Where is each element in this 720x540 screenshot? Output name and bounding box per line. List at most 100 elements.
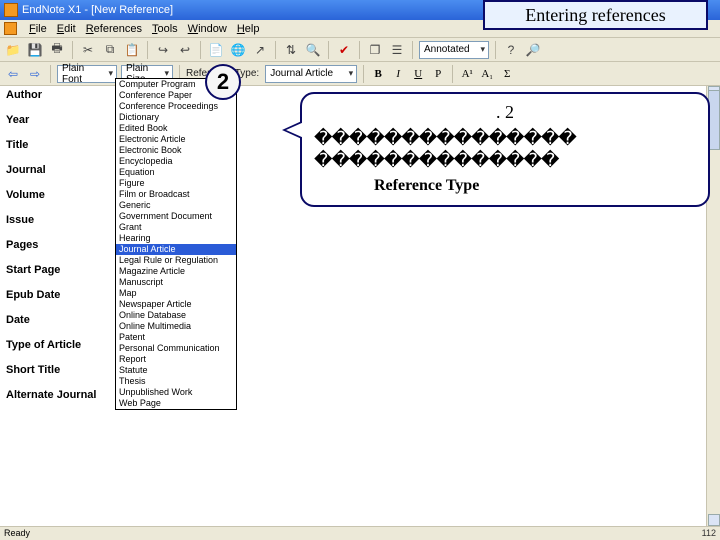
copy-icon[interactable]: ⧉ — [101, 41, 119, 59]
dropdown-option[interactable]: Figure — [116, 178, 236, 189]
dropdown-option[interactable]: Report — [116, 354, 236, 365]
reference-type-value: Journal Article — [270, 68, 333, 79]
print-icon[interactable]: 🖶 — [48, 41, 66, 59]
window-title: EndNote X1 - [New Reference] — [22, 4, 173, 16]
field-label[interactable]: Start Page — [0, 261, 720, 286]
dropdown-option[interactable]: Electronic Article — [116, 134, 236, 145]
scroll-down-icon[interactable] — [708, 514, 720, 526]
dropdown-option[interactable]: Dictionary — [116, 112, 236, 123]
dropdown-option[interactable]: Hearing — [116, 233, 236, 244]
dropdown-option[interactable]: Grant — [116, 222, 236, 233]
field-label[interactable]: Pages — [0, 236, 720, 261]
menu-tools[interactable]: Tools — [152, 23, 178, 35]
sort-icon[interactable]: ⇅ — [282, 41, 300, 59]
menu-references[interactable]: References — [86, 23, 142, 35]
mdi-icon — [4, 22, 17, 35]
menu-file[interactable]: File — [29, 23, 47, 35]
dropdown-option[interactable]: Equation — [116, 167, 236, 178]
dropdown-option[interactable]: Magazine Article — [116, 266, 236, 277]
window-icon[interactable]: ❐ — [366, 41, 384, 59]
dropdown-option[interactable]: Map — [116, 288, 236, 299]
status-text: Ready — [4, 528, 30, 539]
dropdown-option[interactable]: Thesis — [116, 376, 236, 387]
new-ref-icon[interactable]: 📄 — [207, 41, 225, 59]
dropdown-option[interactable]: Online Database — [116, 310, 236, 321]
status-page: 112 — [702, 528, 716, 539]
bubble-line-2: �������������� — [314, 149, 696, 171]
separator — [72, 41, 73, 59]
dropdown-option[interactable]: Edited Book — [116, 123, 236, 134]
dropdown-option[interactable]: Unpublished Work — [116, 387, 236, 398]
field-label[interactable]: Type of Article — [0, 336, 720, 361]
field-label[interactable]: Short Title — [0, 361, 720, 386]
separator — [50, 65, 51, 83]
separator — [147, 41, 148, 59]
dropdown-option[interactable]: Patent — [116, 332, 236, 343]
reference-type-dropdown[interactable]: Computer ProgramConference PaperConferen… — [115, 78, 237, 410]
font-name-value: Plain Font — [62, 63, 102, 85]
status-bar: Ready 112 — [0, 526, 720, 540]
separator — [200, 41, 201, 59]
dropdown-option[interactable]: Electronic Book — [116, 145, 236, 156]
dropdown-option[interactable]: Conference Proceedings — [116, 101, 236, 112]
dropdown-option[interactable]: Web Page — [116, 398, 236, 409]
field-label[interactable]: Alternate Journal — [0, 386, 720, 411]
separator — [359, 41, 360, 59]
bubble-tail-inner — [286, 122, 304, 138]
superscript-button[interactable]: A¹ — [459, 66, 475, 82]
dropdown-option[interactable]: Generic — [116, 200, 236, 211]
bubble-reference-type-label: Reference Type — [374, 177, 696, 195]
bubble-number: . 2 — [314, 102, 696, 123]
field-label[interactable]: Epub Date — [0, 286, 720, 311]
help-icon[interactable]: ? — [502, 41, 520, 59]
link-icon[interactable]: ↗ — [251, 41, 269, 59]
dropdown-option[interactable]: Newspaper Article — [116, 299, 236, 310]
prev-icon[interactable]: ⇦ — [4, 65, 22, 83]
menu-window[interactable]: Window — [188, 23, 227, 35]
separator — [328, 41, 329, 59]
next-icon[interactable]: ⇨ — [26, 65, 44, 83]
bold-button[interactable]: B — [370, 66, 386, 82]
menu-edit[interactable]: Edit — [57, 23, 76, 35]
dropdown-option[interactable]: Statute — [116, 365, 236, 376]
symbol-button[interactable]: Σ — [499, 66, 515, 82]
app-icon — [4, 3, 18, 17]
field-label[interactable]: Date — [0, 311, 720, 336]
separator — [412, 41, 413, 59]
separator — [452, 65, 453, 83]
dropdown-option[interactable]: Legal Rule or Regulation — [116, 255, 236, 266]
paste-icon[interactable]: 📋 — [123, 41, 141, 59]
callout-bubble: . 2 ��������������� �������������� Refer… — [300, 92, 710, 207]
toolbar-format: ⇦ ⇨ Plain Font Plain Size Reference Type… — [0, 62, 720, 86]
reference-type-combo[interactable]: Journal Article — [265, 65, 357, 83]
folder-icon[interactable]: 📁 — [4, 41, 22, 59]
plain-button[interactable]: P — [430, 66, 446, 82]
spellcheck-icon[interactable]: ✔ — [335, 41, 353, 59]
output-style-combo[interactable]: Annotated — [419, 41, 489, 59]
dropdown-option[interactable]: Personal Communication — [116, 343, 236, 354]
dropdown-option[interactable]: Government Document — [116, 211, 236, 222]
separator — [275, 41, 276, 59]
binoculars-icon[interactable]: 🔎 — [524, 41, 542, 59]
separator — [363, 65, 364, 83]
italic-button[interactable]: I — [390, 66, 406, 82]
dropdown-option[interactable]: Online Multimedia — [116, 321, 236, 332]
menu-help[interactable]: Help — [237, 23, 260, 35]
subscript-button[interactable]: A₁ — [479, 66, 495, 82]
bubble-line-1: ��������������� — [314, 127, 696, 149]
dropdown-option[interactable]: Journal Article — [116, 244, 236, 255]
underline-button[interactable]: U — [410, 66, 426, 82]
save-icon[interactable]: 💾 — [26, 41, 44, 59]
import-icon[interactable]: ↩ — [176, 41, 194, 59]
field-label[interactable]: Issue — [0, 211, 720, 236]
dropdown-option[interactable]: Manuscript — [116, 277, 236, 288]
font-name-combo[interactable]: Plain Font — [57, 65, 117, 83]
cut-icon[interactable]: ✂ — [79, 41, 97, 59]
find-icon[interactable]: 🔍 — [304, 41, 322, 59]
output-style-label: Annotated — [424, 44, 470, 55]
list-icon[interactable]: ☰ — [388, 41, 406, 59]
dropdown-option[interactable]: Film or Broadcast — [116, 189, 236, 200]
online-icon[interactable]: 🌐 — [229, 41, 247, 59]
dropdown-option[interactable]: Encyclopedia — [116, 156, 236, 167]
export-icon[interactable]: ↪ — [154, 41, 172, 59]
